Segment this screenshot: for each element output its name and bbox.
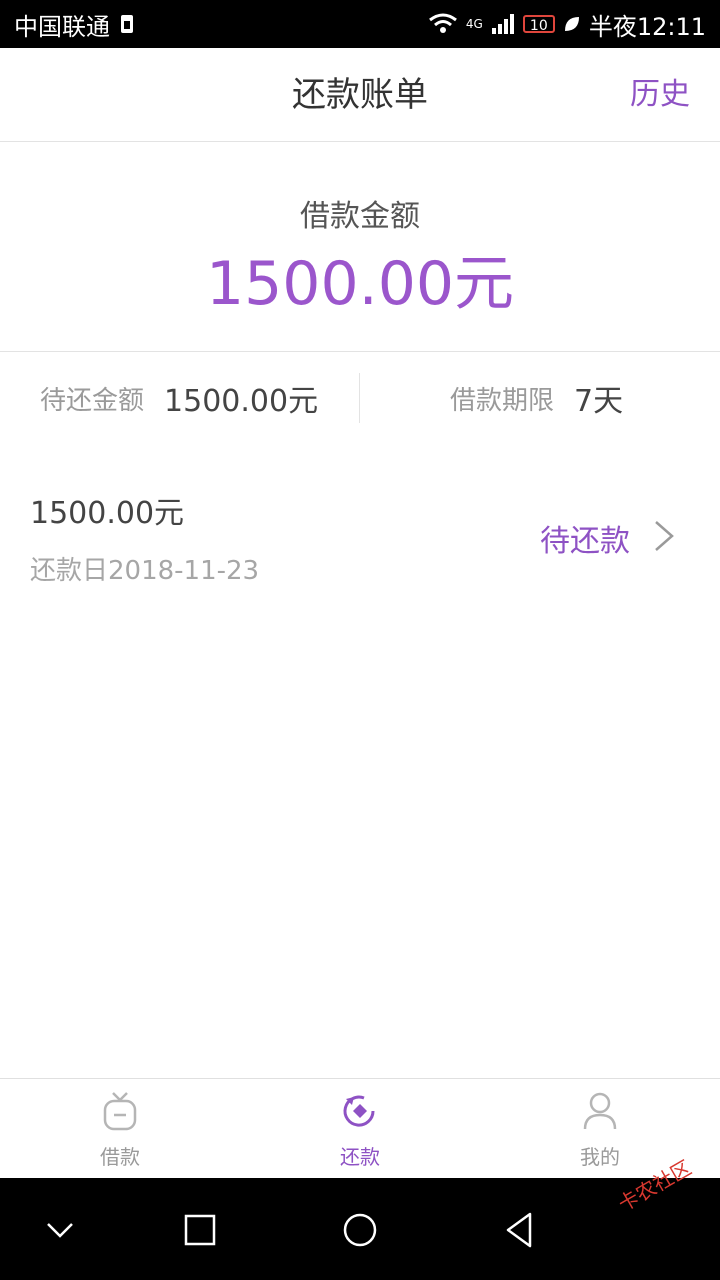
- loan-amount-label: 借款金额: [300, 199, 420, 234]
- pending-amount-cell: 待还金额 1500.00元: [40, 373, 318, 423]
- page-title: 还款账单: [292, 75, 428, 115]
- leaf-icon: [564, 17, 579, 31]
- loan-term-label: 借款期限: [450, 385, 555, 416]
- wifi-icon: [428, 13, 457, 33]
- bill-status: 待还款: [540, 524, 630, 559]
- loan-amount-value: 1500.00元: [205, 249, 515, 319]
- chevron-right-icon: [655, 521, 674, 551]
- chevron-down-icon[interactable]: [38, 1208, 82, 1252]
- back-icon[interactable]: [498, 1208, 542, 1252]
- loan-term-value: 7天: [574, 384, 624, 419]
- tab-repay[interactable]: 还款: [240, 1079, 480, 1179]
- recent-apps-icon[interactable]: [178, 1208, 222, 1252]
- pending-amount-value: 1500.00元: [164, 384, 319, 419]
- repay-icon: [343, 1095, 375, 1127]
- loan-info-row: 待还金额 1500.00元 借款期限 7天: [0, 353, 720, 443]
- bag-icon: [103, 1092, 137, 1131]
- tab-borrow[interactable]: 借款: [0, 1079, 240, 1179]
- bill-amount: 1500.00元: [30, 496, 185, 531]
- carrier-label: 中国联通: [14, 12, 110, 41]
- bottom-tab-bar: 借款 还款 我的: [0, 1078, 720, 1178]
- app-header: 还款账单 历史: [0, 48, 720, 142]
- sim-icon: [121, 15, 133, 33]
- home-icon[interactable]: [338, 1208, 382, 1252]
- status-bar: 中国联通 4G 10 半夜12:11: [0, 0, 720, 48]
- user-icon: [583, 1092, 617, 1130]
- battery-icon: 10: [522, 15, 555, 34]
- info-divider: [359, 373, 360, 423]
- pending-amount-label: 待还金额: [40, 385, 145, 416]
- bill-due-date: 还款日2018-11-23: [30, 556, 260, 586]
- network-type-label: 4G: [465, 17, 483, 31]
- tab-repay-label: 还款: [340, 1145, 380, 1169]
- history-button[interactable]: 历史: [630, 48, 690, 142]
- tab-borrow-label: 借款: [100, 1145, 140, 1169]
- clock-label: 半夜12:11: [588, 12, 706, 41]
- signal-icon: [491, 14, 514, 34]
- loan-term-cell: 借款期限 7天: [450, 373, 623, 423]
- loan-summary: 借款金额 1500.00元: [0, 143, 720, 352]
- bill-list-item[interactable]: 1500.00元 还款日2018-11-23 待还款: [0, 470, 720, 600]
